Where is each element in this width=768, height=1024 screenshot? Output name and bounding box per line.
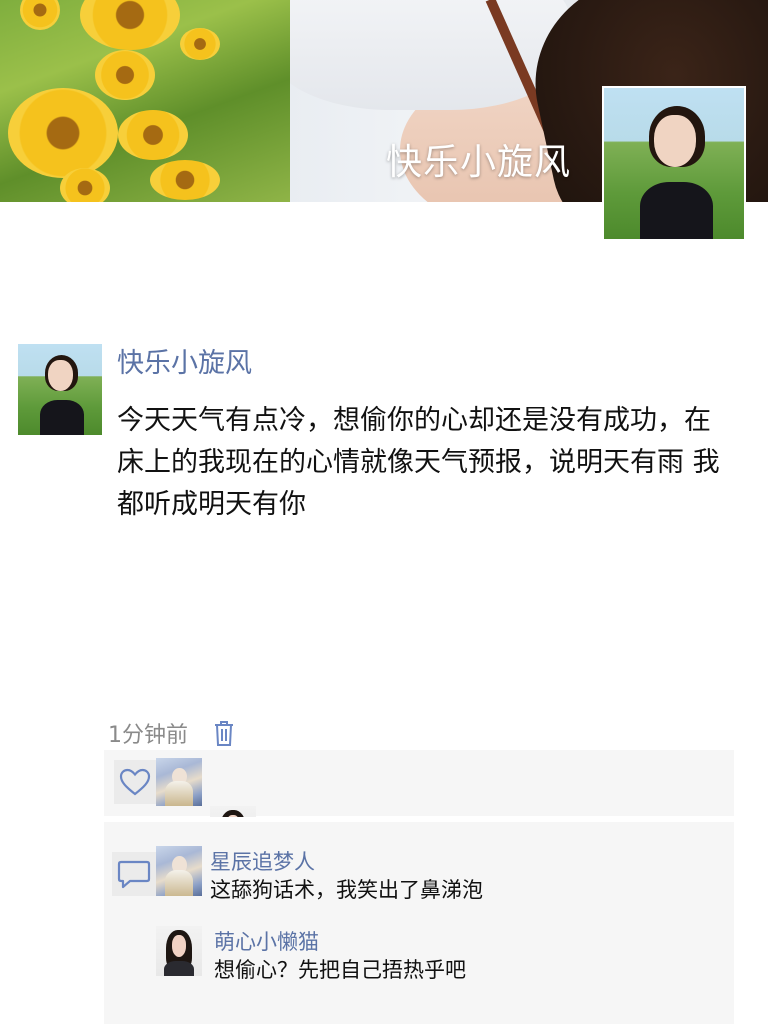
comment-text: 这舔狗话术，我笑出了鼻涕泡 <box>210 878 483 902</box>
post-time: 1分钟前 <box>108 723 188 748</box>
like-button[interactable] <box>114 760 156 804</box>
profile-avatar[interactable] <box>602 86 746 241</box>
comment-item[interactable]: 星辰追梦人 这舔狗话术，我笑出了鼻涕泡 <box>156 846 716 906</box>
liker-avatar[interactable] <box>156 758 202 806</box>
post-author-name[interactable]: 快乐小旋风 <box>117 341 252 380</box>
comments-panel: 星辰追梦人 这舔狗话术，我笑出了鼻涕泡 萌心小懒猫 想偷心？先把自己捂热乎吧 <box>104 822 734 1024</box>
comment-button[interactable] <box>112 852 156 896</box>
sunflower-photo <box>0 0 290 202</box>
trash-icon[interactable] <box>212 719 236 747</box>
commenter-avatar[interactable] <box>156 846 202 896</box>
commenter-avatar[interactable] <box>156 926 202 976</box>
comment-text: 想偷心？先把自己捂热乎吧 <box>214 958 466 982</box>
post-meta: 1分钟前 <box>108 716 236 750</box>
comment-item[interactable]: 萌心小懒猫 想偷心？先把自己捂热乎吧 <box>156 926 716 986</box>
heart-icon <box>119 768 151 796</box>
commenter-name[interactable]: 萌心小懒猫 <box>214 926 319 956</box>
comment-bubble-icon <box>117 860 151 889</box>
commenter-name[interactable]: 星辰追梦人 <box>210 846 315 876</box>
post-text: 今天天气有点冷，想偷你的心却还是没有成功，在床上的我现在的心情就像天气预报，说明… <box>117 405 720 520</box>
cover-username: 快乐小旋风 <box>386 142 572 183</box>
post-author-avatar[interactable] <box>18 344 102 435</box>
likes-panel <box>104 750 734 854</box>
